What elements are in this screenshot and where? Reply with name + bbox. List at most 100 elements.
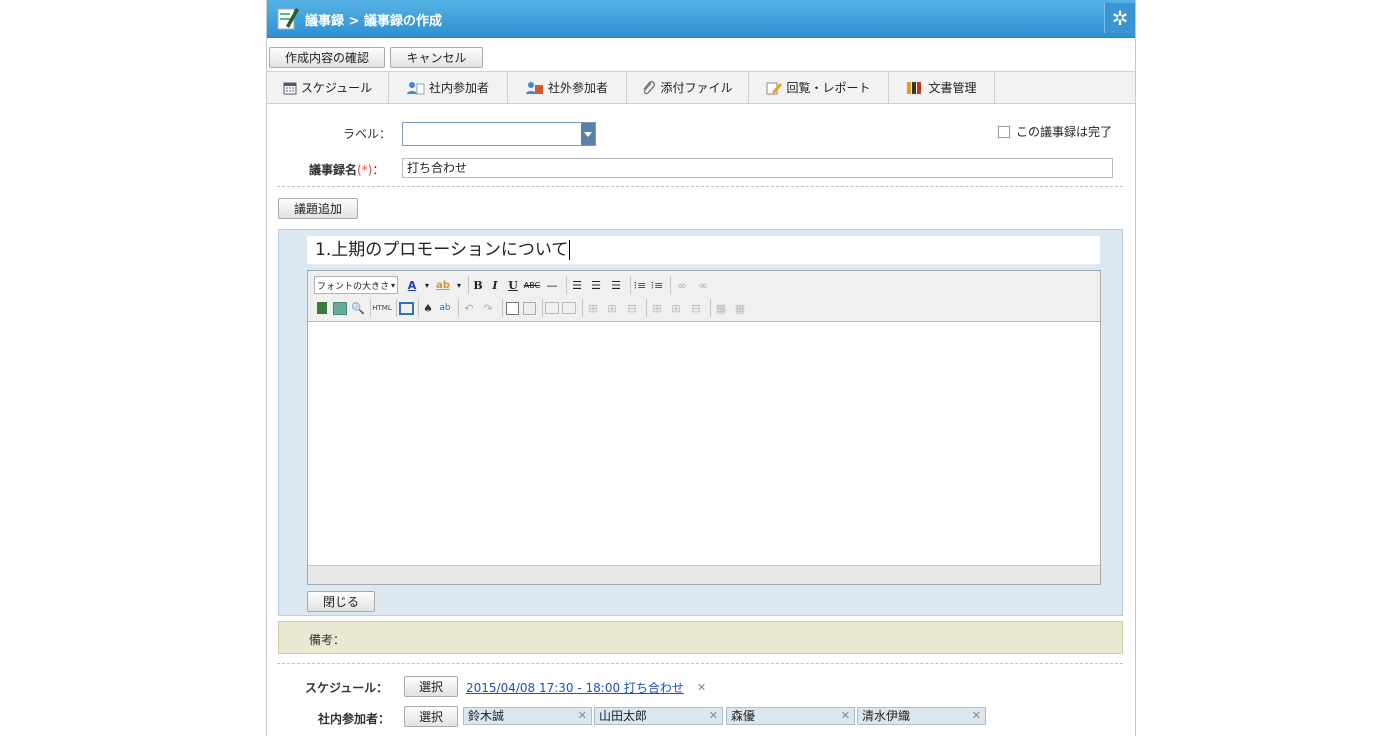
bullet-list-icon[interactable]: ⁝≡ [630, 276, 649, 294]
minutes-name-label: 議事録名(*)： [309, 161, 384, 178]
chevron-down-icon: ▾ [390, 280, 395, 290]
calendar-icon [283, 82, 297, 94]
participant-chip: 清水伊織 ✕ [857, 707, 986, 725]
font-size-select-label: フォントの大きさ [317, 281, 390, 292]
chevron-down-icon[interactable]: ▾ [422, 276, 432, 294]
tab-external-participants[interactable]: 社外参加者 [508, 72, 627, 103]
edit-note-icon[interactable] [502, 299, 521, 317]
html-source-icon[interactable]: HTML [370, 299, 393, 317]
strikethrough-icon[interactable]: ABC [522, 276, 542, 294]
italic-icon[interactable]: I [486, 276, 504, 294]
insert-col-before-icon[interactable]: ⊞ [646, 299, 667, 317]
complete-checkbox-row[interactable]: この議事録は完了 [998, 123, 1112, 140]
minutes-name-input[interactable]: 打ち合わせ [402, 158, 1113, 178]
insert-row-after-icon[interactable]: ⊞ [602, 299, 622, 317]
numbered-list-icon[interactable]: ⁝≡ [648, 276, 666, 294]
close-icon[interactable]: ✕ [841, 708, 850, 724]
add-agenda-button[interactable]: 議題追加 [278, 198, 358, 219]
edit-note-icon [766, 82, 783, 94]
app-frame: 議事録 > 議事録の作成 ✲ 作成内容の確認 キャンセル スケジュール 社内参加… [266, 0, 1136, 736]
merge-cells-icon[interactable]: ▦ [730, 299, 750, 317]
memo-label: 備考： [309, 633, 346, 647]
replace-icon[interactable]: ab [436, 299, 454, 317]
chevron-down-icon[interactable] [581, 123, 595, 145]
title-bar: 議事録 > 議事録の作成 ✲ [267, 0, 1135, 38]
complete-checkbox[interactable] [998, 125, 1010, 138]
participant-chip: 森優 ✕ [726, 707, 855, 725]
confirm-button[interactable]: 作成内容の確認 [269, 47, 385, 68]
participant-name: 山田太郎 [599, 709, 648, 723]
unlink-icon[interactable]: ∞ [692, 276, 714, 294]
tab-internal-participants[interactable]: 社内参加者 [389, 72, 508, 103]
bold-icon[interactable]: B [468, 276, 487, 294]
tab-circulation-report[interactable]: 回覧・レポート [749, 72, 889, 103]
table-icon[interactable] [542, 299, 561, 317]
required-mark: (*) [357, 163, 373, 177]
film-icon[interactable] [314, 299, 330, 317]
participants-select-button[interactable]: 選択 [404, 706, 458, 727]
topic-title-input[interactable]: 1.上期のプロモーションについて​ [307, 236, 1100, 264]
font-size-select[interactable]: フォントの大きさ ▾ [314, 276, 398, 294]
tab-attachments[interactable]: 添付ファイル [627, 72, 749, 103]
split-cell-icon[interactable]: ▦ [710, 299, 731, 317]
close-icon[interactable]: ✕ [709, 708, 718, 724]
label-select[interactable] [402, 122, 596, 146]
participant-name: 森優 [731, 709, 756, 723]
tab-label: 社内参加者 [428, 81, 489, 95]
cancel-button[interactable]: キャンセル [390, 47, 483, 68]
participant-name: 清水伊織 [862, 709, 911, 723]
complete-checkbox-label: この議事録は完了 [1016, 125, 1113, 139]
table-props-icon[interactable] [560, 299, 578, 317]
tab-label: 文書管理 [928, 81, 977, 95]
page-title: 議事録 > 議事録の作成 [305, 14, 442, 29]
preview-icon[interactable]: 🔍 [350, 299, 366, 317]
close-icon[interactable]: ✕ [972, 708, 981, 724]
tab-label: 社外参加者 [547, 81, 608, 95]
find-icon[interactable]: ♠ [418, 299, 437, 317]
schedule-label: スケジュール： [305, 681, 389, 695]
divider [277, 186, 1123, 187]
schedule-select-button[interactable]: 選択 [404, 676, 458, 697]
insert-block-icon[interactable] [520, 299, 538, 317]
undo-icon[interactable]: ↶ [458, 299, 479, 317]
font-color-icon[interactable]: A [402, 276, 422, 294]
tab-label: スケジュール [300, 81, 373, 95]
minutes-icon [277, 8, 299, 30]
insert-col-after-icon[interactable]: ⊞ [666, 299, 686, 317]
rich-text-editor: フォントの大きさ ▾ A ▾ ab ▾ B I U ABC — ☰ ☰ ☰ ⁝≡… [307, 270, 1101, 585]
close-topic-button[interactable]: 閉じる [307, 591, 375, 612]
schedule-link[interactable]: 2015/04/08 17:30 - 18:00 打ち合わせ [466, 679, 684, 696]
tab-schedule[interactable]: スケジュール [267, 72, 389, 103]
chevron-down-icon[interactable]: ▾ [454, 276, 464, 294]
participant-name: 鈴木誠 [468, 709, 505, 723]
editor-toolbar: フォントの大きさ ▾ A ▾ ab ▾ B I U ABC — ☰ ☰ ☰ ⁝≡… [308, 271, 1100, 322]
fullscreen-icon[interactable] [396, 299, 415, 317]
tab-document-management[interactable]: 文書管理 [889, 72, 995, 103]
align-left-icon[interactable]: ☰ [566, 276, 587, 294]
underline-icon[interactable]: U [504, 276, 522, 294]
tab-label: 回覧・レポート [786, 81, 871, 95]
external-users-icon [525, 81, 543, 94]
label-field-label: ラベル： [343, 127, 392, 141]
participant-chip: 鈴木誠 ✕ [463, 707, 592, 725]
agenda-topic-panel: 1.上期のプロモーションについて​ フォントの大きさ ▾ A ▾ ab ▾ B … [278, 229, 1123, 616]
delete-col-icon[interactable]: ⊟ [686, 299, 706, 317]
settings-gear-icon[interactable]: ✲ [1104, 3, 1135, 33]
redo-icon[interactable]: ↷ [478, 299, 498, 317]
insert-row-before-icon[interactable]: ⊞ [582, 299, 603, 317]
delete-row-icon[interactable]: ⊟ [622, 299, 642, 317]
minutes-name-text: 議事録名 [309, 163, 358, 177]
minutes-name-colon: ： [372, 163, 385, 177]
link-icon[interactable]: ∞ [670, 276, 693, 294]
align-center-icon[interactable]: ☰ [586, 276, 606, 294]
close-icon[interactable]: ✕ [578, 708, 587, 724]
close-icon[interactable]: ✕ [697, 681, 706, 694]
participants-label: 社内参加者： [318, 712, 391, 726]
horizontal-rule-icon[interactable]: — [542, 276, 562, 294]
align-right-icon[interactable]: ☰ [606, 276, 626, 294]
binder-icon [907, 81, 922, 94]
highlight-color-icon[interactable]: ab [432, 276, 454, 294]
editor-status-bar [308, 565, 1100, 584]
text-cursor: ​ [569, 240, 571, 260]
image-icon[interactable] [332, 299, 348, 317]
